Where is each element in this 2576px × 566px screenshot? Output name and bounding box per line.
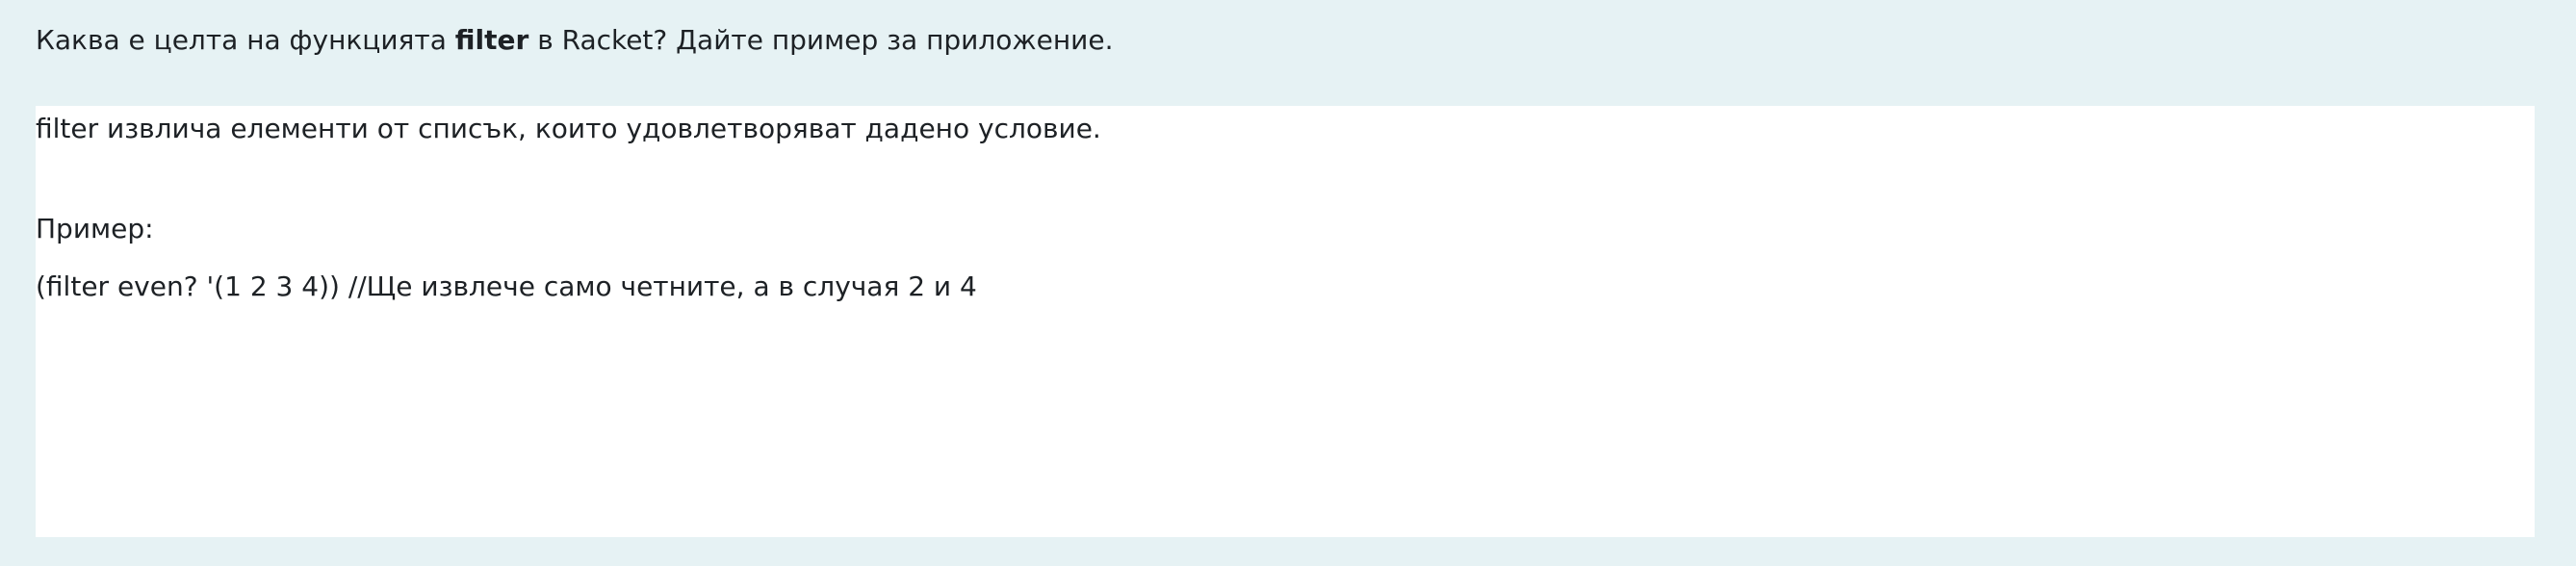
answer-line-definition: filter извлича елементи от списък, които… (36, 113, 1101, 144)
answer-line-example-label: Пример: (36, 213, 154, 244)
answer-line-example-code: (filter even? '(1 2 3 4)) //Ще извлече с… (36, 270, 977, 302)
question-suffix: в Racket? Дайте пример за приложение. (528, 24, 1114, 56)
question-text: Каква е целта на функцията filter в Rack… (36, 21, 1113, 60)
question-keyword: filter (454, 24, 529, 56)
answer-textarea[interactable]: filter извлича елементи от списък, които… (36, 106, 2535, 537)
question-prefix: Каква е целта на функцията (36, 24, 455, 56)
